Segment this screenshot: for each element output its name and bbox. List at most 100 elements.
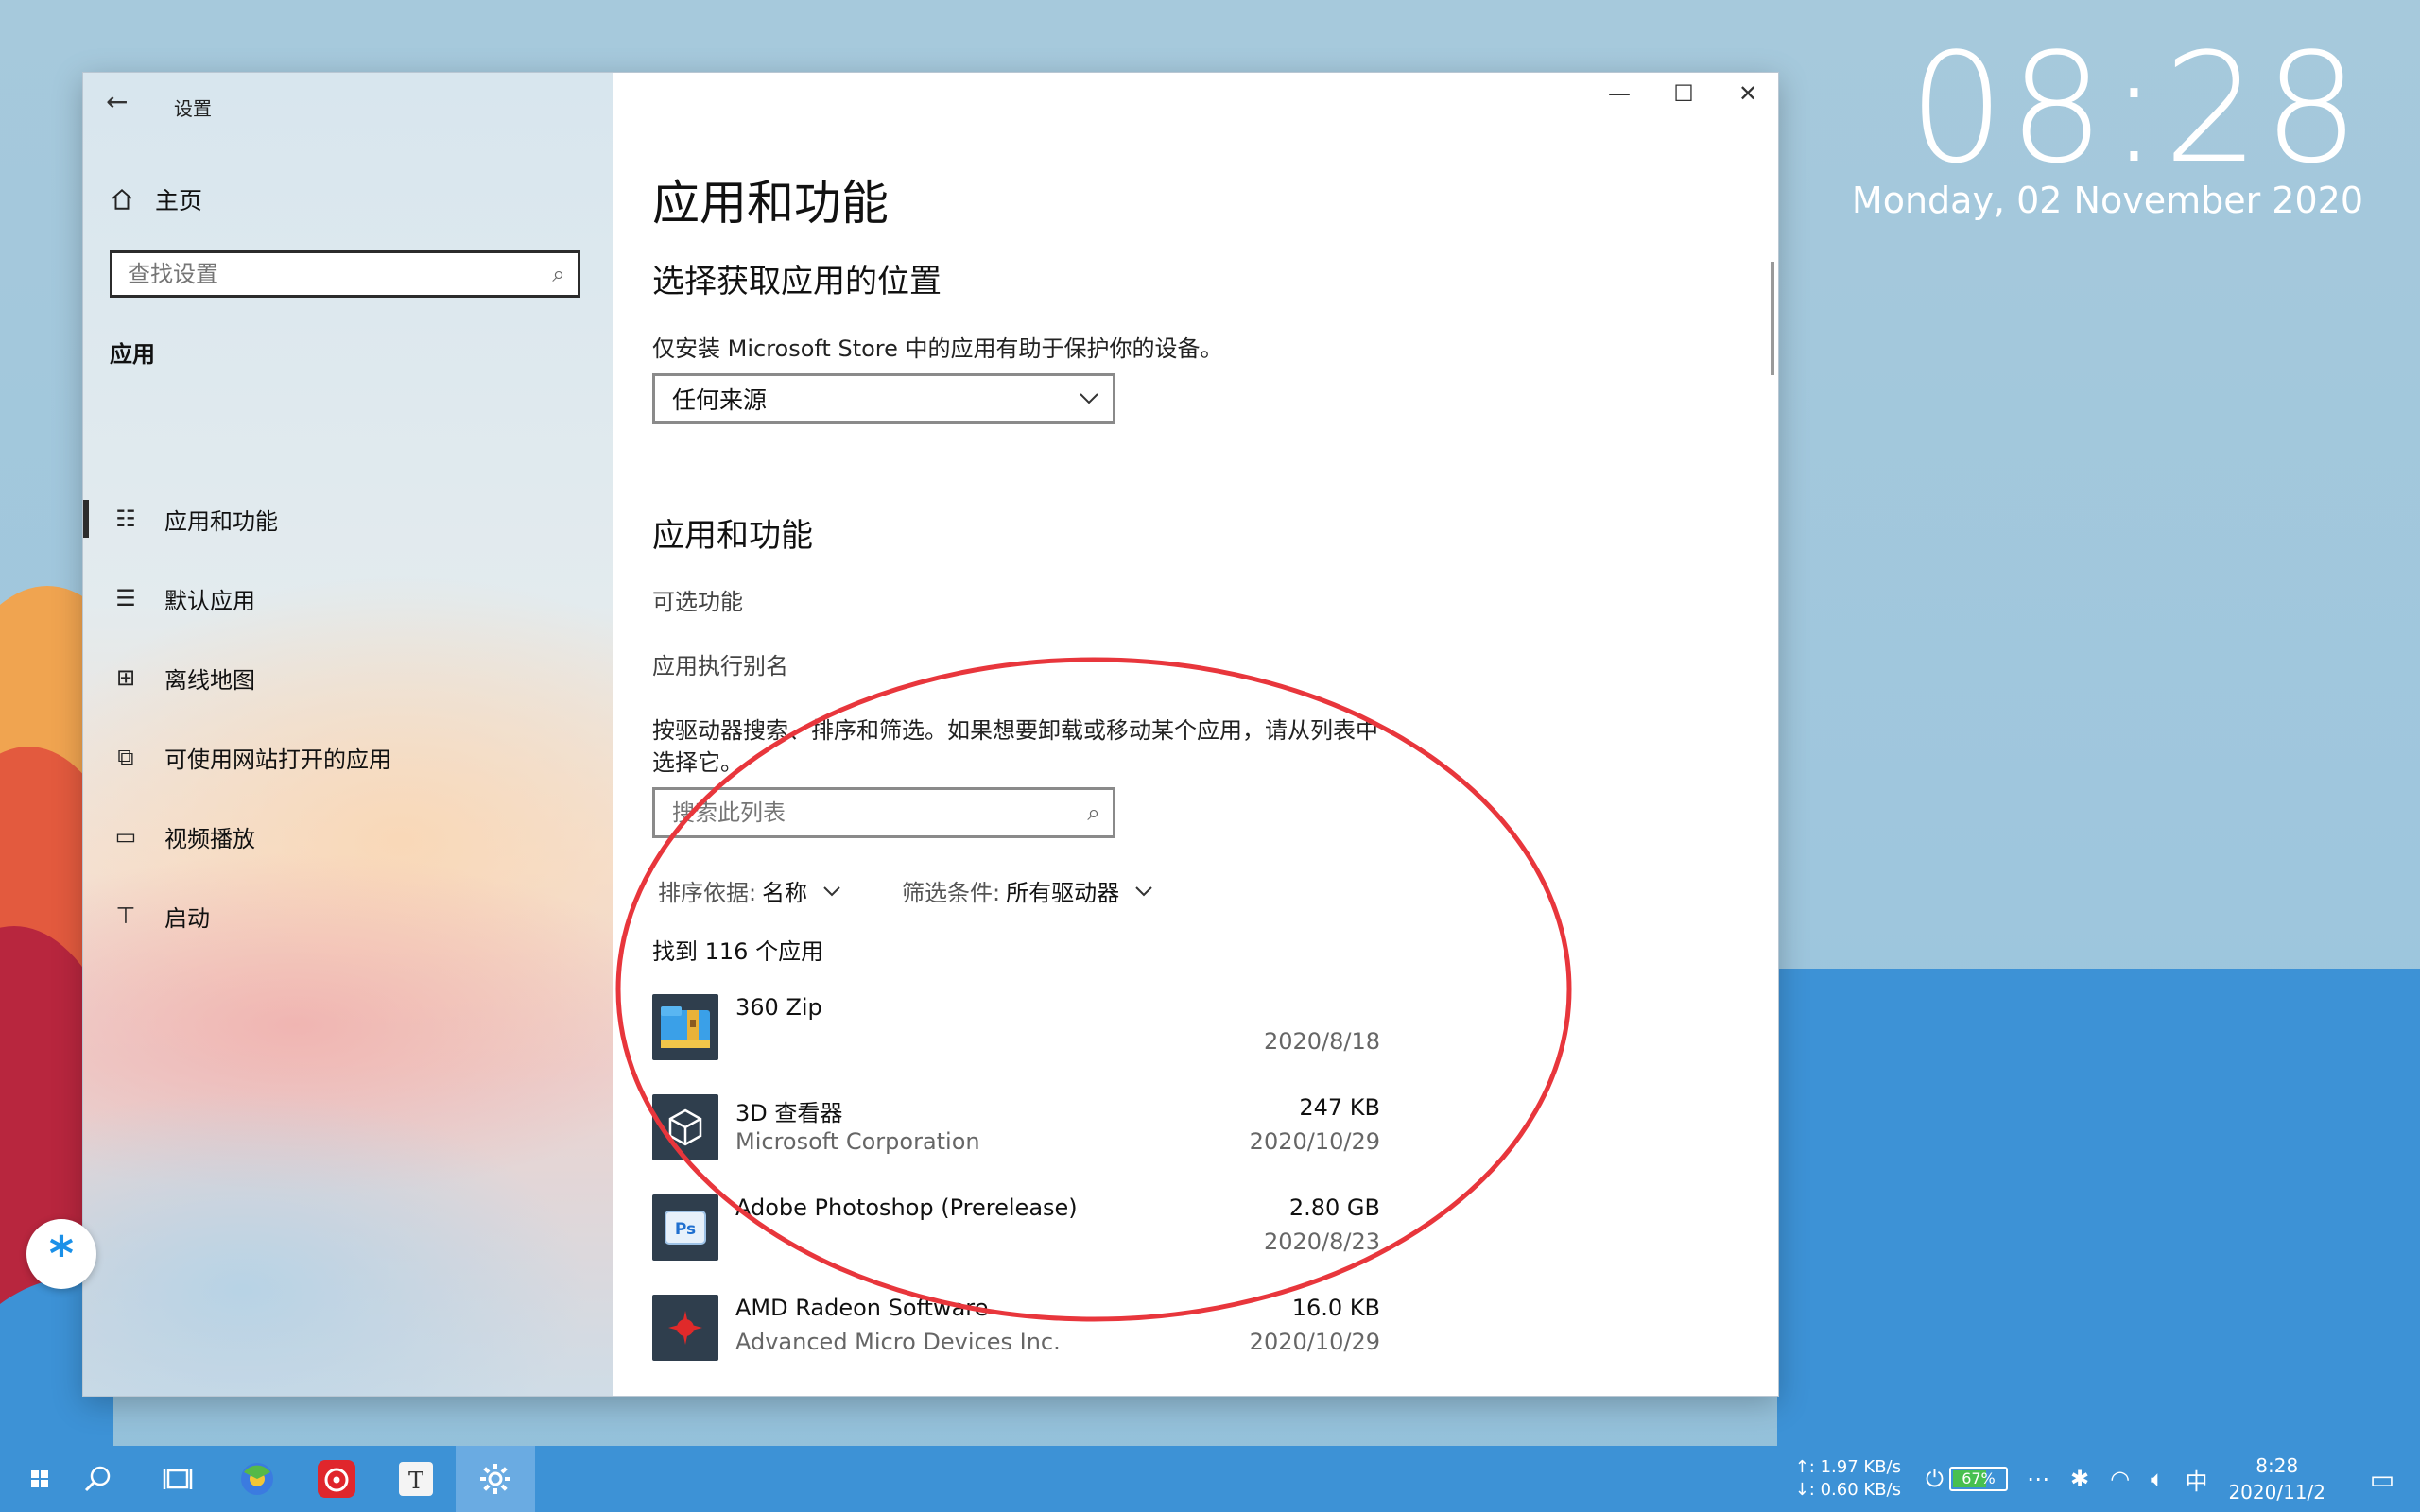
taskbar-left: T [21,1446,535,1512]
notification-icon[interactable]: ▭ [2354,1464,2411,1495]
app-row-photoshop[interactable]: Ps Adobe Photoshop (Prerelease) 2.80 GB … [652,1194,1380,1270]
sidebar-item-label: 启动 [164,904,210,932]
app-row-3d-viewer[interactable]: 3D 查看器 Microsoft Corporation 247 KB 2020… [652,1094,1380,1170]
svg-text:T: T [408,1468,424,1494]
asterisk-float-button[interactable]: * [26,1219,96,1289]
sort-value: 名称 [762,880,808,906]
settings-sidebar: ← 设置 主页 ⌕ 应用 ☷ 应用和功能 ☰ 默认应用 ⊞ 离线地图 [83,73,613,1396]
sidebar-item-video-playback[interactable]: ▭ 视频播放 [83,797,613,876]
back-arrow-icon[interactable]: ← [106,86,128,117]
ime-indicator[interactable]: 中 [2185,1463,2207,1496]
chevron-down-icon [1135,885,1152,896]
sidebar-section-title: 应用 [110,341,155,368]
sidebar-item-label: 应用和功能 [164,507,278,535]
settings-content: — ☐ ✕ 应用和功能 选择获取应用的位置 仅安装 Microsoft Stor… [613,73,1778,1396]
startup-icon: ⊤ [115,902,136,929]
close-icon[interactable]: ✕ [1737,80,1759,107]
app-publisher: Microsoft Corporation [735,1128,980,1155]
taskbar-app-settings[interactable] [456,1446,535,1512]
speaker-icon[interactable]: 🔈︎ [2151,1466,2164,1492]
taskbar-app-netease-music[interactable] [297,1446,376,1512]
battery-percent: 67% [1962,1469,1996,1487]
sidebar-item-label: 离线地图 [164,666,255,694]
taskbar: T ↑: 1.97 KB/s ↓: 0.60 KB/s ⏻ 67% ⋯ ✱ ◠ … [0,1446,2420,1512]
filter-label: 筛选条件: [902,880,1001,906]
sort-label: 排序依据: [658,880,757,906]
typora-icon: T [399,1462,433,1496]
cube-icon [652,1094,718,1160]
taskbar-clock[interactable]: 8:28 2020/11/2 [2228,1452,2325,1505]
video-icon: ▭ [114,823,137,850]
start-button[interactable] [21,1446,59,1512]
app-row-360zip[interactable]: 360 Zip 2020/8/18 [652,994,1380,1070]
app-date: 2020/10/29 [1249,1128,1380,1155]
window-title: 设置 [174,97,212,120]
list-description-line2: 选择它。 [652,749,743,776]
page-title: 应用和功能 [652,176,889,231]
sidebar-nav: ☷ 应用和功能 ☰ 默认应用 ⊞ 离线地图 ⧉ 可使用网站打开的应用 ▭ 视频播… [83,479,613,955]
filter-dropdown[interactable]: 筛选条件: 所有驱动器 [902,874,1153,907]
task-view-button[interactable] [138,1446,217,1512]
zip-folder-icon [652,994,718,1060]
wifi-icon[interactable]: ◠ [2110,1466,2130,1492]
desktop-clock: 08:28 Monday, 02 November 2020 [1851,33,2363,222]
app-size: 247 KB [1299,1094,1380,1121]
app-name: Adobe Photoshop (Prerelease) [735,1194,1078,1221]
scrollbar[interactable] [1771,262,1774,375]
overflow-dots-icon[interactable]: ⋯ [2027,1466,2049,1492]
upload-speed: ↑: 1.97 KB/s [1794,1457,1901,1477]
source-heading: 选择获取应用的位置 [652,263,942,301]
download-speed: ↓: 0.60 KB/s [1794,1480,1901,1500]
photoshop-icon: Ps [652,1194,718,1261]
app-name: 360 Zip [735,994,822,1021]
settings-window: ← 设置 主页 ⌕ 应用 ☷ 应用和功能 ☰ 默认应用 ⊞ 离线地图 [83,73,1778,1396]
app-name: AMD Radeon Software [735,1295,989,1321]
sidebar-item-apps-for-websites[interactable]: ⧉ 可使用网站打开的应用 [83,717,613,797]
desktop-clock-date: Monday, 02 November 2020 [1851,180,2363,221]
sidebar-item-offline-maps[interactable]: ⊞ 离线地图 [83,638,613,717]
sidebar-item-startup[interactable]: ⊤ 启动 [83,876,613,955]
sort-dropdown[interactable]: 排序依据: 名称 [658,874,841,907]
app-row-amd-radeon[interactable]: AMD Radeon Software Advanced Micro Devic… [652,1295,1380,1370]
system-tray: ↑: 1.97 KB/s ↓: 0.60 KB/s ⏻ 67% ⋯ ✱ ◠ 🔈︎… [1795,1446,2420,1512]
svg-text:Ps: Ps [675,1220,696,1239]
settings-search-input[interactable] [112,260,540,288]
sidebar-item-label: 可使用网站打开的应用 [164,746,391,773]
sidebar-item-label: 默认应用 [164,587,255,614]
minimize-icon[interactable]: — [1608,80,1631,107]
plug-icon: ⏻ [1925,1466,1944,1492]
taskbar-app-browser[interactable] [217,1446,297,1512]
app-date: 2020/8/18 [1263,1028,1380,1055]
network-speed: ↑: 1.97 KB/s ↓: 0.60 KB/s [1795,1456,1901,1502]
taskbar-app-typora[interactable]: T [376,1446,456,1512]
sidebar-item-apps-features[interactable]: ☷ 应用和功能 [83,479,613,558]
app-list-search-box[interactable]: ⌕ [652,787,1115,838]
apps-found-count: 找到 116 个应用 [652,938,824,965]
app-name: 3D 查看器 [735,1100,843,1126]
home-icon [112,188,132,210]
apps-list-icon: ☷ [115,506,136,532]
browser-icon [241,1463,273,1495]
taskbar-time: 8:28 [2256,1454,2299,1477]
search-icon [84,1466,111,1492]
app-list-search-input[interactable] [655,799,1075,827]
asterisk-tray-icon[interactable]: ✱ [2070,1466,2089,1492]
maximize-icon[interactable]: ☐ [1672,80,1695,107]
app-source-dropdown[interactable]: 任何来源 [652,373,1115,424]
sidebar-item-default-apps[interactable]: ☰ 默认应用 [83,558,613,638]
filter-value: 所有驱动器 [1006,880,1120,906]
source-description: 仅安装 Microsoft Store 中的应用有助于保护你的设备。 [652,335,1223,362]
default-apps-icon: ☰ [115,585,136,611]
battery-indicator[interactable]: 67% [1948,1467,2008,1491]
map-icon: ⊞ [115,664,136,691]
optional-features-link[interactable]: 可选功能 [652,583,743,616]
desktop-wallpaper-lower [1777,969,2420,1446]
sidebar-home[interactable]: 主页 [110,182,202,216]
windows-logo-icon [31,1470,48,1487]
search-icon: ⌕ [1087,799,1100,826]
search-button[interactable] [59,1446,138,1512]
app-size: 2.80 GB [1288,1194,1380,1221]
settings-search-box[interactable]: ⌕ [110,250,580,298]
amd-radeon-icon [652,1295,718,1361]
app-execution-alias-link[interactable]: 应用执行别名 [652,647,788,680]
